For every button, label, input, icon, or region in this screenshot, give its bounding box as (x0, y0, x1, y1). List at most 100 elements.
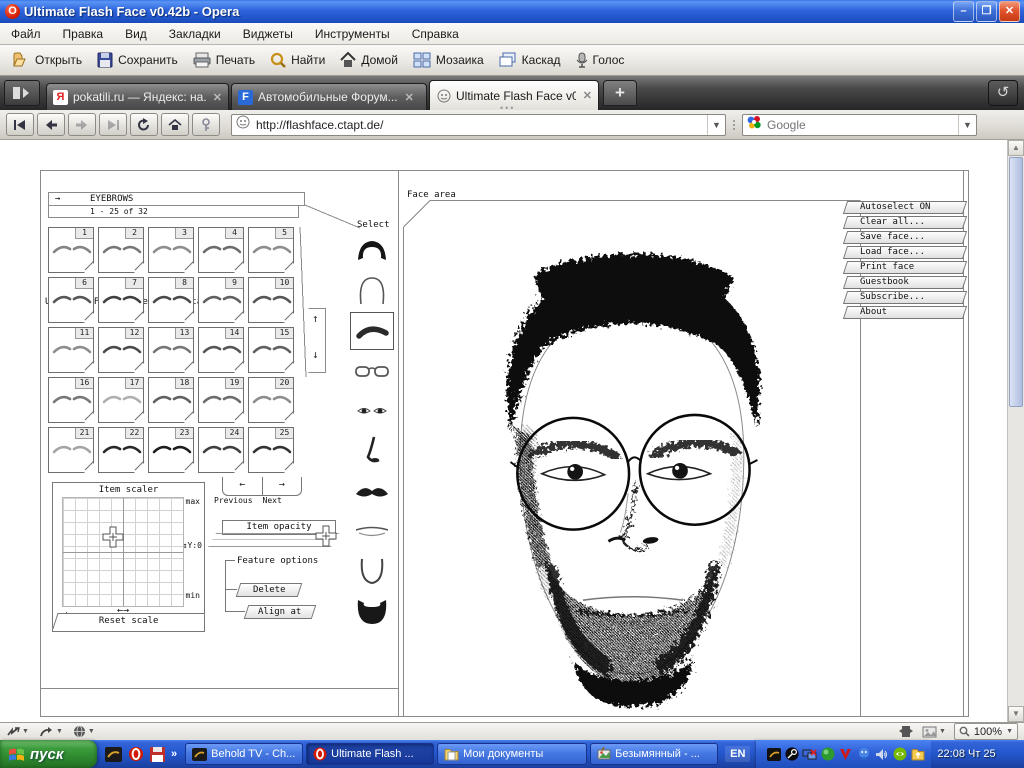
tab-close-icon[interactable]: ✕ (583, 89, 592, 102)
reopen-closed-tabs-button[interactable]: ↺ (988, 80, 1018, 106)
menu-bookmarks[interactable]: Закладки (158, 25, 232, 43)
home-button[interactable]: Домой (332, 48, 405, 72)
eyebrow-thumbnail[interactable]: 9 (198, 277, 244, 323)
opera-quick-icon[interactable] (128, 746, 144, 762)
eyebrow-thumbnail[interactable]: 20 (248, 377, 294, 423)
images-toggle-button[interactable]: ▼ (922, 726, 946, 738)
url-input[interactable] (254, 117, 707, 133)
restore-button[interactable]: ❐ (976, 1, 997, 22)
home-nav-button[interactable] (161, 113, 189, 136)
language-indicator[interactable]: EN (725, 746, 750, 762)
eyebrow-thumbnail[interactable]: 18 (148, 377, 194, 423)
eyebrow-thumbnail[interactable]: 24 (198, 427, 244, 473)
print-button[interactable]: Печать (185, 48, 262, 72)
scrollbar-thumb[interactable] (1009, 157, 1023, 407)
menu-help[interactable]: Справка (401, 25, 470, 43)
save-quick-icon[interactable] (150, 747, 165, 762)
voice-button[interactable]: Голос (568, 48, 632, 72)
menu-file[interactable]: Файл (0, 25, 52, 43)
guestbook-button[interactable]: Guestbook (843, 276, 967, 289)
eyebrow-thumbnail[interactable]: 19 (198, 377, 244, 423)
zoom-dropdown-icon[interactable]: ▼ (1006, 728, 1013, 735)
taskbar-clock[interactable]: 22:08 Чт 25 (931, 748, 1003, 760)
tab-forum[interactable]: F Автомобильные Форум... ✕ (231, 83, 427, 110)
scaler-grid[interactable] (62, 497, 184, 607)
eyebrow-thumbnail[interactable]: 12 (98, 327, 144, 373)
scroll-down-icon[interactable]: ▼ (1008, 706, 1024, 722)
about-button[interactable]: About (843, 306, 967, 319)
select-beard-icon[interactable] (350, 592, 394, 630)
fast-forward-button[interactable] (99, 113, 127, 136)
password-wand-button[interactable] (192, 113, 220, 136)
eyebrow-thumbnail[interactable]: 2 (98, 227, 144, 273)
eyebrow-thumbnail[interactable]: 5 (248, 227, 294, 273)
tab-close-icon[interactable]: ✕ (213, 91, 222, 104)
task-paint[interactable]: Безымянный - ... (590, 743, 718, 765)
eyebrow-thumbnail[interactable]: 14 (198, 327, 244, 373)
select-glasses-icon[interactable] (350, 352, 394, 390)
eyebrow-thumbnail[interactable]: 16 (48, 377, 94, 423)
zoom-control[interactable]: 100% ▼ (954, 723, 1018, 740)
eyebrow-thumbnail[interactable]: 6 (48, 277, 94, 323)
clear-all-button[interactable]: Clear all... (843, 216, 967, 229)
eyebrow-thumbnail[interactable]: 22 (98, 427, 144, 473)
scaler-handle[interactable] (102, 526, 124, 548)
composite-face[interactable] (436, 212, 828, 712)
save-button[interactable]: Сохранить (89, 48, 185, 72)
tray-tv-icon[interactable] (766, 747, 781, 762)
task-behold-tv[interactable]: Behold TV - Ch... (185, 743, 303, 765)
eyebrow-thumbnail[interactable]: 15 (248, 327, 294, 373)
eyebrow-thumbnail[interactable]: 7 (98, 277, 144, 323)
tab-close-icon[interactable]: ✕ (405, 91, 414, 104)
search-dropdown-icon[interactable]: ▼ (958, 115, 976, 135)
next-arrow-button[interactable]: → (263, 477, 302, 495)
back-button[interactable] (37, 113, 65, 136)
delete-button[interactable]: Delete (236, 583, 303, 597)
tray-steam-icon[interactable] (784, 747, 799, 762)
select-chin-icon[interactable] (350, 552, 394, 590)
forward-button[interactable] (68, 113, 96, 136)
select-nose-icon[interactable] (350, 432, 394, 470)
subscribe-button[interactable]: Subscribe... (843, 291, 967, 304)
eyebrow-thumbnail[interactable]: 4 (198, 227, 244, 273)
menu-view[interactable]: Вид (114, 25, 158, 43)
redo-menu-button[interactable]: ▼ (39, 726, 63, 738)
eyebrow-thumbnail[interactable]: 3 (148, 227, 194, 273)
eyebrow-thumbnail[interactable]: 11 (48, 327, 94, 373)
tab-yandex[interactable]: Я pokatili.ru — Яндекс: на... ✕ (46, 83, 229, 110)
quick-nav-button[interactable]: ▼ (6, 726, 29, 738)
tray-update-icon[interactable] (910, 747, 925, 762)
task-my-documents[interactable]: Мои документы (437, 743, 587, 765)
field-splitter-handle[interactable] (731, 117, 737, 133)
select-eyes-icon[interactable] (350, 392, 394, 430)
save-face-button[interactable]: Save face... (843, 231, 967, 244)
grid-scroll-up-button[interactable]: ↑ (312, 312, 319, 325)
select-eyebrows-icon[interactable] (350, 312, 394, 350)
search-field[interactable]: ▼ (742, 114, 977, 136)
opacity-slider-handle[interactable] (315, 525, 337, 547)
behold-tv-quick-icon[interactable] (105, 747, 122, 762)
tray-messenger-icon[interactable] (856, 747, 871, 762)
search-input[interactable] (765, 117, 958, 133)
tray-green-orb-icon[interactable] (820, 747, 835, 762)
tray-nvidia-icon[interactable] (892, 747, 907, 762)
task-ultimate-flash[interactable]: Ultimate Flash ... (306, 743, 434, 765)
eyebrow-thumbnail[interactable]: 17 (98, 377, 144, 423)
select-mustache-icon[interactable] (350, 472, 394, 510)
panel-toggle-button[interactable] (4, 80, 40, 106)
eyebrow-thumbnail[interactable]: 8 (148, 277, 194, 323)
eyebrow-thumbnail[interactable]: 23 (148, 427, 194, 473)
find-button[interactable]: Найти (262, 48, 332, 72)
autoselect-button[interactable]: Autoselect ON (843, 201, 967, 214)
align-at-button[interactable]: Align at (244, 605, 317, 619)
menu-tools[interactable]: Инструменты (304, 25, 401, 43)
rewind-button[interactable] (6, 113, 34, 136)
select-head-icon[interactable] (350, 272, 394, 310)
fit-width-icon[interactable] (898, 725, 914, 738)
close-button[interactable]: ✕ (999, 1, 1020, 22)
new-tab-button[interactable]: + (603, 80, 637, 106)
eyebrow-thumbnail[interactable]: 25 (248, 427, 294, 473)
reload-button[interactable] (130, 113, 158, 136)
page-scrollbar[interactable]: ▲ ▼ (1007, 140, 1024, 722)
load-face-button[interactable]: Load face... (843, 246, 967, 259)
